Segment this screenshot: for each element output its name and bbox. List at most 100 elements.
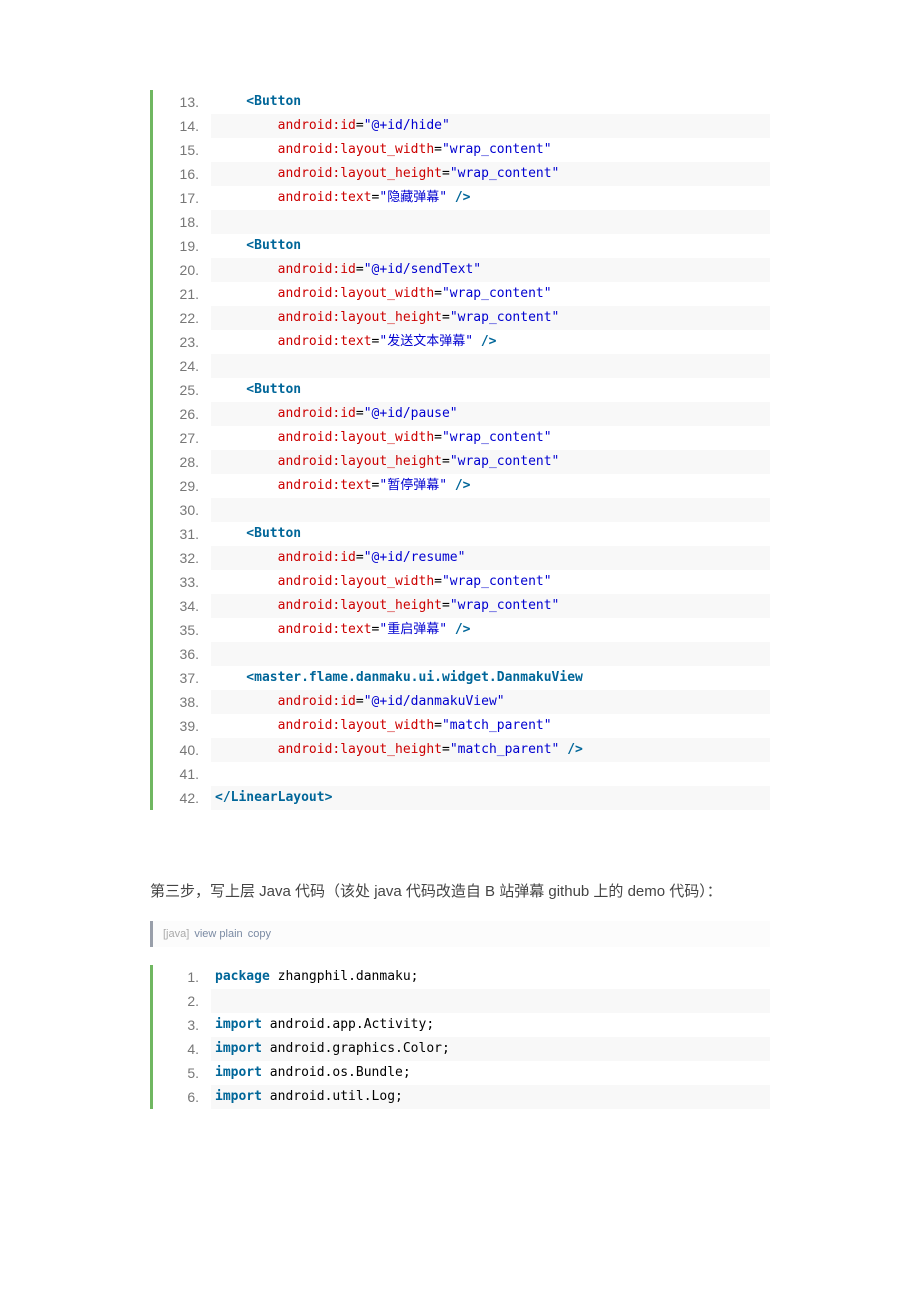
code-content (211, 989, 770, 1013)
code-line: 15. android:layout_width="wrap_content" (153, 138, 770, 162)
line-number: 21. (153, 282, 211, 306)
code-meta-bar: [java] view plain copy (150, 921, 770, 947)
code-line: 17. android:text="隐藏弹幕" /> (153, 186, 770, 210)
line-number: 6. (153, 1085, 211, 1109)
code-line: 27. android:layout_width="wrap_content" (153, 426, 770, 450)
code-line: 18. (153, 210, 770, 234)
line-number: 16. (153, 162, 211, 186)
code-content: android:text="暂停弹幕" /> (211, 474, 770, 498)
code-lines: 1.package zhangphil.danmaku;2. 3.import … (153, 965, 770, 1109)
code-line: 14. android:id="@+id/hide" (153, 114, 770, 138)
code-line: 4.import android.graphics.Color; (153, 1037, 770, 1061)
code-content: android:id="@+id/hide" (211, 114, 770, 138)
code-line: 33. android:layout_width="wrap_content" (153, 570, 770, 594)
line-number: 19. (153, 234, 211, 258)
code-content: android:id="@+id/sendText" (211, 258, 770, 282)
code-line: 13. <Button (153, 90, 770, 114)
line-number: 37. (153, 666, 211, 690)
code-line: 21. android:layout_width="wrap_content" (153, 282, 770, 306)
code-line: 40. android:layout_height="match_parent"… (153, 738, 770, 762)
code-content: android:layout_width="wrap_content" (211, 138, 770, 162)
code-content: android:id="@+id/danmakuView" (211, 690, 770, 714)
line-number: 4. (153, 1037, 211, 1061)
line-number: 25. (153, 378, 211, 402)
code-content: android:text="隐藏弹幕" /> (211, 186, 770, 210)
line-number: 30. (153, 498, 211, 522)
code-content: android:layout_height="wrap_content" (211, 594, 770, 618)
code-line: 1.package zhangphil.danmaku; (153, 965, 770, 989)
line-number: 32. (153, 546, 211, 570)
code-content: android:id="@+id/pause" (211, 402, 770, 426)
code-line: 32. android:id="@+id/resume" (153, 546, 770, 570)
copy-link[interactable]: copy (248, 928, 271, 940)
line-number: 35. (153, 618, 211, 642)
code-line: 34. android:layout_height="wrap_content" (153, 594, 770, 618)
code-content: android:text="发送文本弹幕" /> (211, 330, 770, 354)
code-line: 23. android:text="发送文本弹幕" /> (153, 330, 770, 354)
line-number: 3. (153, 1013, 211, 1037)
code-content: android:layout_height="wrap_content" (211, 306, 770, 330)
code-block-java: 1.package zhangphil.danmaku;2. 3.import … (150, 965, 770, 1109)
code-line: 16. android:layout_height="wrap_content" (153, 162, 770, 186)
line-number: 14. (153, 114, 211, 138)
line-number: 2. (153, 989, 211, 1013)
code-content: android:layout_height="wrap_content" (211, 450, 770, 474)
line-number: 27. (153, 426, 211, 450)
code-line: 36. (153, 642, 770, 666)
code-content (211, 354, 770, 378)
code-line: 30. (153, 498, 770, 522)
code-line: 2. (153, 989, 770, 1013)
code-content: </LinearLayout> (211, 786, 770, 810)
code-content: <Button (211, 234, 770, 258)
line-number: 17. (153, 186, 211, 210)
line-number: 31. (153, 522, 211, 546)
code-content: <Button (211, 522, 770, 546)
line-number: 34. (153, 594, 211, 618)
code-content: android:text="重启弹幕" /> (211, 618, 770, 642)
code-content: android:layout_width="wrap_content" (211, 426, 770, 450)
code-content: android:layout_width="match_parent" (211, 714, 770, 738)
code-line: 26. android:id="@+id/pause" (153, 402, 770, 426)
code-content: android:layout_height="match_parent" /> (211, 738, 770, 762)
paragraph-step3: 第三步，写上层 Java 代码（该处 java 代码改造自 B 站弹幕 gith… (150, 880, 770, 901)
view-plain-link[interactable]: view plain (194, 928, 242, 940)
code-line: 25. <Button (153, 378, 770, 402)
code-content: <Button (211, 378, 770, 402)
line-number: 28. (153, 450, 211, 474)
code-content (211, 642, 770, 666)
code-content: import android.os.Bundle; (211, 1061, 770, 1085)
line-number: 20. (153, 258, 211, 282)
code-line: 41. (153, 762, 770, 786)
line-number: 40. (153, 738, 211, 762)
code-lang-label: [java] (163, 928, 189, 940)
code-line: 37. <master.flame.danmaku.ui.widget.Danm… (153, 666, 770, 690)
code-line: 3.import android.app.Activity; (153, 1013, 770, 1037)
line-number: 29. (153, 474, 211, 498)
code-line: 31. <Button (153, 522, 770, 546)
code-content: <Button (211, 90, 770, 114)
line-number: 36. (153, 642, 211, 666)
line-number: 38. (153, 690, 211, 714)
code-content: import android.util.Log; (211, 1085, 770, 1109)
code-line: 19. <Button (153, 234, 770, 258)
code-content: android:id="@+id/resume" (211, 546, 770, 570)
code-line: 42.</LinearLayout> (153, 786, 770, 810)
code-line: 22. android:layout_height="wrap_content" (153, 306, 770, 330)
code-content: android:layout_width="wrap_content" (211, 570, 770, 594)
code-content (211, 210, 770, 234)
code-content: android:layout_height="wrap_content" (211, 162, 770, 186)
line-number: 24. (153, 354, 211, 378)
line-number: 26. (153, 402, 211, 426)
line-number: 33. (153, 570, 211, 594)
code-content (211, 762, 770, 786)
code-line: 24. (153, 354, 770, 378)
code-block-xml: 13. <Button14. android:id="@+id/hide"15.… (150, 90, 770, 810)
code-line: 39. android:layout_width="match_parent" (153, 714, 770, 738)
line-number: 22. (153, 306, 211, 330)
code-line: 6.import android.util.Log; (153, 1085, 770, 1109)
line-number: 1. (153, 965, 211, 989)
code-line: 29. android:text="暂停弹幕" /> (153, 474, 770, 498)
code-content (211, 498, 770, 522)
line-number: 5. (153, 1061, 211, 1085)
code-line: 35. android:text="重启弹幕" /> (153, 618, 770, 642)
